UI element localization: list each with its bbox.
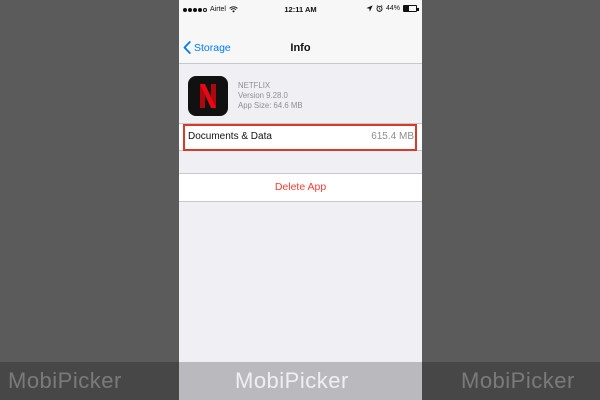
location-arrow-icon: [366, 5, 373, 12]
app-size: App Size: 64.6 MB: [238, 101, 303, 110]
app-info-card: NETFLIX Version 9.28.0 App Size: 64.6 MB: [179, 65, 422, 121]
netflix-app-icon: [188, 76, 228, 116]
page-title: Info: [290, 42, 311, 54]
phone-screen: Airtel 12:11 AM 44% Storage Info NETFLIX…: [179, 0, 422, 400]
documents-data-label: Documents & Data: [188, 131, 272, 142]
status-bar: Airtel 12:11 AM 44%: [179, 0, 422, 20]
watermark-right: MobiPicker: [461, 368, 575, 393]
status-right: 44%: [366, 5, 419, 12]
alarm-clock-icon: [376, 5, 383, 12]
battery-level-fill: [404, 6, 410, 11]
app-info-text: NETFLIX Version 9.28.0 App Size: 64.6 MB: [238, 81, 303, 111]
documents-data-value: 615.4 MB: [371, 131, 414, 142]
documents-data-row: Documents & Data 615.4 MB: [179, 123, 422, 151]
delete-app-button[interactable]: Delete App: [179, 173, 422, 202]
battery-icon: [403, 5, 419, 12]
netflix-logo-icon: [200, 84, 216, 108]
delete-app-label: Delete App: [274, 181, 327, 193]
battery-percent: 44%: [385, 5, 400, 12]
app-version: Version 9.28.0: [238, 91, 288, 100]
app-name: NETFLIX: [238, 81, 271, 90]
navigation-bar: Storage Info: [179, 20, 422, 64]
watermark-center: MobiPicker: [235, 368, 349, 393]
watermark-left: MobiPicker: [8, 368, 122, 393]
